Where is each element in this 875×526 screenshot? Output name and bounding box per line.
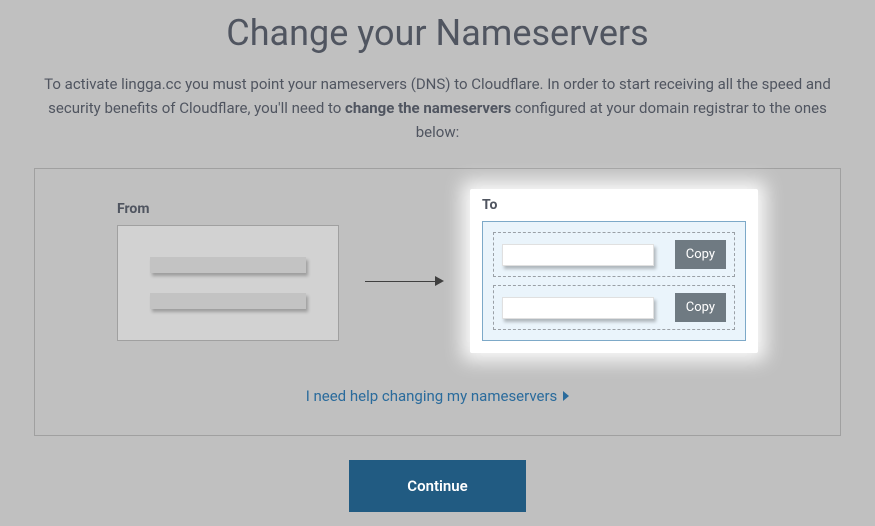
- copy-button-1[interactable]: Copy: [675, 240, 726, 269]
- intro-bold: change the nameservers: [345, 99, 511, 117]
- nameserver-field-1[interactable]: [502, 244, 654, 266]
- nameserver-field-2[interactable]: [502, 297, 654, 319]
- to-label: To: [482, 197, 746, 213]
- from-nameserver-placeholder-2: [150, 293, 306, 309]
- from-label: From: [117, 201, 339, 217]
- nameserver-grid: From To Copy Copy: [97, 189, 778, 353]
- intro-text: To activate lingga.cc you must point you…: [43, 72, 833, 144]
- from-box: [117, 225, 339, 341]
- nameserver-row-1: Copy: [493, 232, 735, 277]
- from-nameserver-placeholder-1: [150, 257, 306, 273]
- nameserver-row-2: Copy: [493, 285, 735, 330]
- nameserver-panel: From To Copy Copy: [34, 168, 841, 436]
- caret-right-icon: [563, 391, 569, 401]
- continue-wrap: Continue: [0, 460, 875, 512]
- page-title: Change your Nameservers: [0, 0, 875, 72]
- help-link[interactable]: I need help changing my nameservers: [97, 387, 778, 405]
- copy-button-2[interactable]: Copy: [675, 293, 726, 322]
- to-column: To Copy Copy: [470, 189, 758, 353]
- to-box: Copy Copy: [482, 221, 746, 341]
- continue-button[interactable]: Continue: [349, 460, 525, 512]
- help-link-text: I need help changing my nameservers: [306, 387, 558, 405]
- arrow-icon: [365, 256, 444, 286]
- from-column: From: [117, 201, 339, 341]
